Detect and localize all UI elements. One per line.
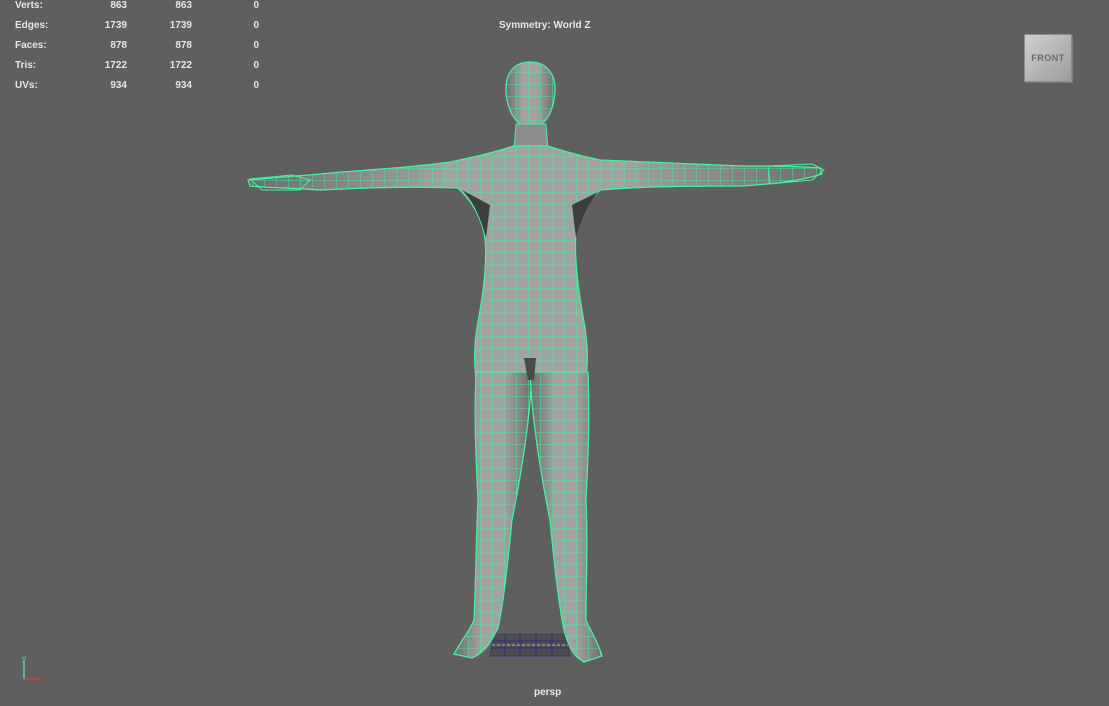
axis-y-label: y <box>22 655 26 663</box>
camera-name-label: persp <box>534 687 562 698</box>
perspective-viewport[interactable]: Verts: 863 863 0 Edges: 1739 1739 0 Face… <box>0 0 1109 706</box>
ground-grid <box>489 633 571 657</box>
character-mesh[interactable] <box>0 0 1109 706</box>
mesh-body <box>247 61 825 663</box>
axis-gizmo: y x <box>20 655 42 684</box>
axis-x-label: x <box>38 675 42 684</box>
